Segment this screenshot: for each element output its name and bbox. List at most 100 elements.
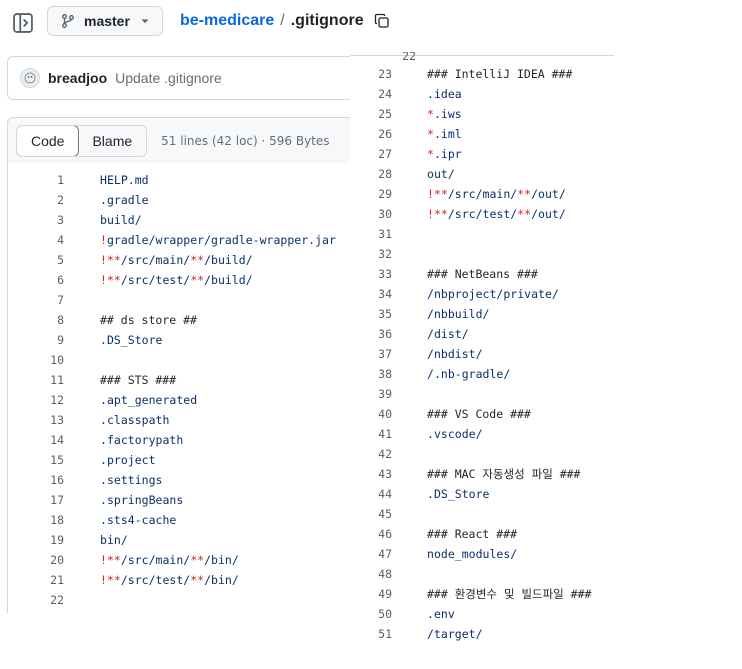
line-number[interactable]: 11 (28, 370, 64, 390)
line-number[interactable]: 40 (356, 404, 392, 424)
line-number[interactable]: 7 (28, 290, 64, 310)
line-number[interactable]: 43 (356, 464, 392, 484)
sidebar-toggle-icon[interactable] (12, 12, 34, 34)
line-number[interactable]: 12 (28, 390, 64, 410)
line-number[interactable]: 33 (356, 264, 392, 284)
tab-blame[interactable]: Blame (78, 126, 146, 156)
partial-line-number: 22 (402, 52, 416, 60)
line-number[interactable]: 36 (356, 324, 392, 344)
code-line: .factorypath (100, 433, 184, 447)
file-meta: 51 lines (42 loc) · 596 Bytes (161, 133, 330, 148)
latest-commit: breadjoo Update .gitignore (7, 56, 367, 100)
code-line: !**/src/main/**/bin/ (100, 553, 239, 567)
line-number[interactable]: 24 (356, 84, 392, 104)
line-number[interactable]: 16 (28, 470, 64, 490)
line-number[interactable]: 31 (356, 224, 392, 244)
line-number[interactable]: 18 (28, 510, 64, 530)
line-number[interactable]: 46 (356, 524, 392, 544)
line-number[interactable]: 34 (356, 284, 392, 304)
code-line: ### MAC 자동생성 파일 ### (427, 467, 581, 481)
line-number[interactable]: 3 (28, 210, 64, 230)
line-number[interactable]: 5 (28, 250, 64, 270)
code-line: /dist/ (427, 327, 469, 341)
line-number[interactable]: 28 (356, 164, 392, 184)
code-line: *.iml (427, 127, 462, 141)
repo-link[interactable]: be-medicare (180, 12, 274, 30)
line-number[interactable]: 4 (28, 230, 64, 250)
code-line: .gradle (100, 193, 149, 207)
code-line: /target/ (427, 627, 483, 641)
code-line: .apt_generated (100, 393, 198, 407)
line-number[interactable]: 32 (356, 244, 392, 264)
line-number[interactable]: 1 (28, 170, 64, 190)
commit-author[interactable]: breadjoo (48, 70, 107, 86)
line-number[interactable]: 42 (356, 444, 392, 464)
line-number[interactable]: 41 (356, 424, 392, 444)
line-number[interactable]: 19 (28, 530, 64, 550)
code-line: !**/src/test/**/build/ (100, 273, 253, 287)
line-number[interactable]: 30 (356, 204, 392, 224)
line-number[interactable]: 27 (356, 144, 392, 164)
breadcrumb: be-medicare / .gitignore (180, 12, 390, 30)
commit-message[interactable]: Update .gitignore (115, 70, 222, 86)
view-toggle: Code Blame (16, 124, 148, 157)
line-number[interactable]: 23 (356, 64, 392, 84)
branch-selector-button[interactable]: master (47, 6, 163, 36)
line-number[interactable]: 44 (356, 484, 392, 504)
code-line: .sts4-cache (100, 513, 177, 527)
line-number[interactable]: 39 (356, 384, 392, 404)
copy-icon[interactable] (374, 13, 390, 29)
code-line: ### VS Code ### (427, 407, 531, 421)
line-number[interactable]: 38 (356, 364, 392, 384)
line-number[interactable]: 22 (28, 590, 64, 610)
line-number[interactable]: 9 (28, 330, 64, 350)
code-line: ### React ### (427, 527, 518, 541)
line-number[interactable]: 29 (356, 184, 392, 204)
line-number[interactable]: 37 (356, 344, 392, 364)
line-number[interactable]: 2 (28, 190, 64, 210)
code-line: node_modules/ (427, 547, 518, 561)
code-line: !**/src/test/**/out/ (427, 207, 566, 221)
line-number[interactable]: 15 (28, 450, 64, 470)
line-number[interactable]: 35 (356, 304, 392, 324)
code-line: .idea (427, 87, 462, 101)
code-line: ### 환경변수 및 빌드파일 ### (427, 587, 592, 601)
code-line: build/ (100, 213, 142, 227)
file-topbar: master be-medicare / .gitignore (0, 0, 742, 48)
line-number[interactable]: 20 (28, 550, 64, 570)
code-line: out/ (427, 167, 455, 181)
git-branch-icon (62, 14, 74, 28)
avatar-icon (24, 72, 36, 84)
code-line: ### STS ### (100, 373, 177, 387)
line-number[interactable]: 49 (356, 584, 392, 604)
line-number[interactable]: 48 (356, 564, 392, 584)
line-number[interactable]: 8 (28, 310, 64, 330)
code-line: ### NetBeans ### (427, 267, 538, 281)
line-number[interactable]: 13 (28, 410, 64, 430)
line-number[interactable]: 26 (356, 124, 392, 144)
code-line: .settings (100, 473, 163, 487)
code-line: .classpath (100, 413, 170, 427)
avatar[interactable] (20, 68, 40, 88)
tab-code[interactable]: Code (17, 125, 80, 156)
code-line: bin/ (100, 533, 128, 547)
line-number[interactable]: 10 (28, 350, 64, 370)
code-line: .DS_Store (100, 333, 163, 347)
code-line: HELP.md (100, 173, 149, 187)
code-line: !**/src/main/**/build/ (100, 253, 253, 267)
line-number[interactable]: 25 (356, 104, 392, 124)
code-line: /nbproject/private/ (427, 287, 559, 301)
line-number[interactable]: 6 (28, 270, 64, 290)
line-number[interactable]: 50 (356, 604, 392, 624)
code-line: !**/src/main/**/out/ (427, 187, 566, 201)
line-number[interactable]: 47 (356, 544, 392, 564)
code-line: .DS_Store (427, 487, 490, 501)
code-line: *.iws (427, 107, 462, 121)
file-name: .gitignore (290, 12, 364, 29)
line-number[interactable]: 14 (28, 430, 64, 450)
line-number[interactable]: 17 (28, 490, 64, 510)
code-line: .vscode/ (427, 427, 483, 441)
line-number[interactable]: 51 (356, 624, 392, 644)
line-number[interactable]: 21 (28, 570, 64, 590)
line-number[interactable]: 45 (356, 504, 392, 524)
